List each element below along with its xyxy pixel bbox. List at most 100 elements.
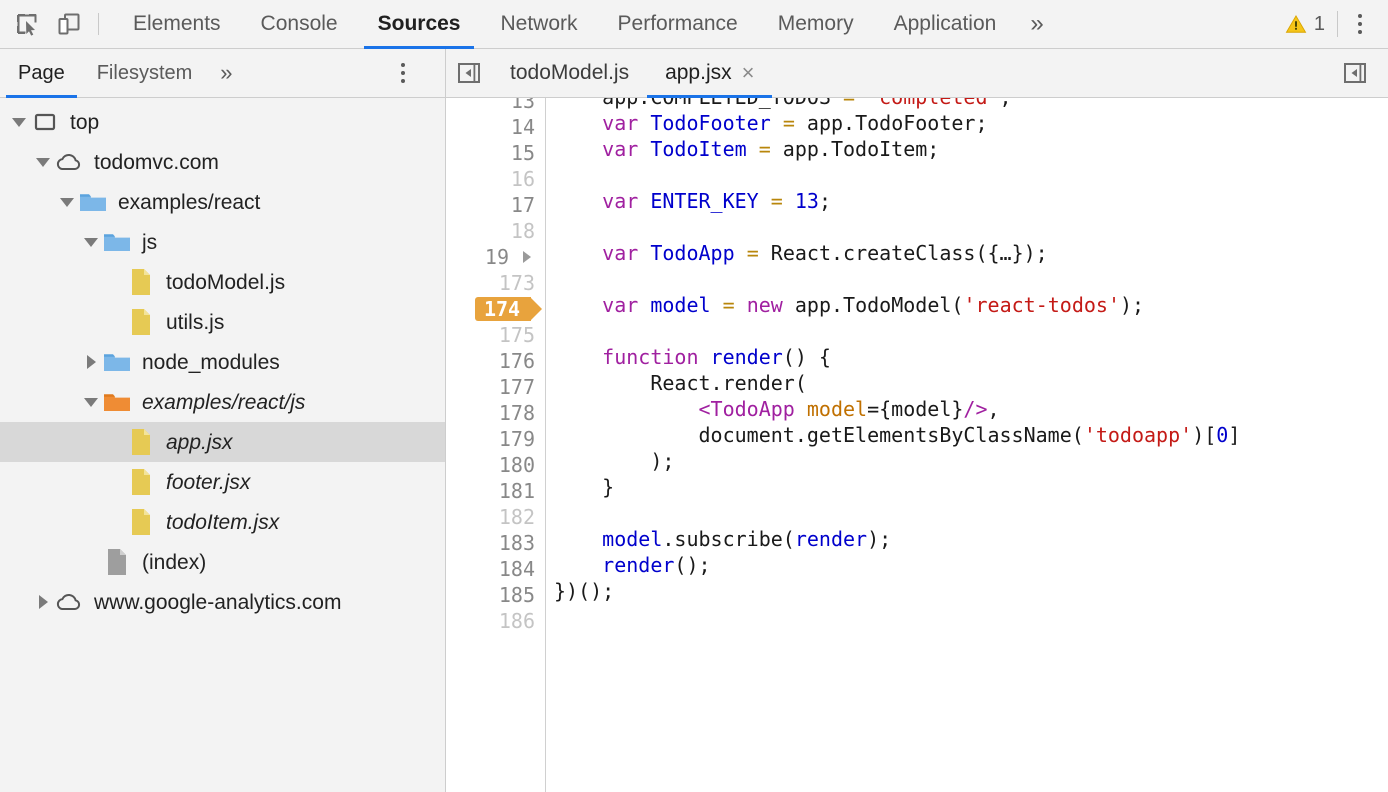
tree-item-top[interactable]: top xyxy=(0,102,445,142)
line-number[interactable]: 175 xyxy=(446,322,545,348)
show-debugger-sidebar-icon[interactable] xyxy=(1332,49,1378,98)
navigator-more-options-icon[interactable] xyxy=(381,53,425,93)
line-number[interactable]: 178 xyxy=(446,400,545,426)
code-line[interactable]: document.getElementsByClassName('todoapp… xyxy=(554,422,1388,448)
chevron-down-icon[interactable] xyxy=(80,222,102,262)
folder-orange-icon xyxy=(102,391,132,413)
breakpoint-marker[interactable]: 174 xyxy=(446,296,545,322)
chevron-right-icon[interactable] xyxy=(32,582,54,622)
line-number[interactable]: 180 xyxy=(446,452,545,478)
code-line[interactable]: render(); xyxy=(554,552,1388,578)
tree-item-todoitem-jsx[interactable]: todoItem.jsx xyxy=(0,502,445,542)
code-token: ); xyxy=(867,527,891,551)
nav-tab-filesystem[interactable]: Filesystem xyxy=(81,49,209,98)
inspect-element-icon[interactable] xyxy=(6,4,48,44)
line-number[interactable]: 15 xyxy=(446,140,545,166)
code-line[interactable]: app.COMPLETED_TODOS = 'completed'; xyxy=(554,98,1388,110)
chevron-right-icon[interactable] xyxy=(80,342,102,382)
code-line[interactable] xyxy=(554,214,1388,240)
code-line[interactable]: React.render( xyxy=(554,370,1388,396)
tab-sources[interactable]: Sources xyxy=(358,0,481,49)
line-number[interactable]: 17 xyxy=(446,192,545,218)
code-line[interactable]: var ENTER_KEY = 13; xyxy=(554,188,1388,214)
code-line[interactable]: })(); xyxy=(554,578,1388,604)
code-line[interactable]: var TodoFooter = app.TodoFooter; xyxy=(554,110,1388,136)
chevron-down-icon[interactable] xyxy=(8,102,30,142)
editor-tab-todomodel[interactable]: todoModel.js xyxy=(492,49,647,98)
code-line[interactable]: ); xyxy=(554,448,1388,474)
tab-elements[interactable]: Elements xyxy=(113,0,241,49)
line-number[interactable]: 14 xyxy=(446,114,545,140)
chevron-down-icon[interactable] xyxy=(32,142,54,182)
tree-item-todomodel-js[interactable]: todoModel.js xyxy=(0,262,445,302)
main-toolbar: Elements Console Sources Network Perform… xyxy=(0,0,1388,49)
line-number[interactable]: 18 xyxy=(446,218,545,244)
tree-spacer xyxy=(104,462,126,502)
code-line[interactable]: var TodoItem = app.TodoItem; xyxy=(554,136,1388,162)
code-token: app.COMPLETED_TODOS xyxy=(602,98,831,109)
code-editor[interactable]: 1314151617181917317417517617717817918018… xyxy=(446,98,1388,792)
line-number-label: 14 xyxy=(511,114,535,140)
code-content[interactable]: app.COMPLETED_TODOS = 'completed'; var T… xyxy=(546,98,1388,792)
navigator-sidebar: Page Filesystem » toptodomvc.comexamples… xyxy=(0,49,446,792)
code-line[interactable] xyxy=(554,266,1388,292)
code-line[interactable]: <TodoApp model={model}/>, xyxy=(554,396,1388,422)
tab-network[interactable]: Network xyxy=(480,0,597,49)
line-number[interactable]: 13 xyxy=(446,98,545,114)
code-line[interactable]: var model = new app.TodoModel('react-tod… xyxy=(554,292,1388,318)
breakpoint-chip[interactable]: 174 xyxy=(475,297,531,321)
tree-item-utils-js[interactable]: utils.js xyxy=(0,302,445,342)
code-token: model xyxy=(807,397,867,421)
chevron-down-icon[interactable] xyxy=(80,382,102,422)
more-options-kebab-icon[interactable] xyxy=(1338,4,1382,44)
line-number-gutter[interactable]: 1314151617181917317417517617717817918018… xyxy=(446,98,546,792)
tree-item-app-jsx[interactable]: app.jsx xyxy=(0,422,445,462)
line-number-label: 186 xyxy=(499,608,535,634)
more-tabs-chevron-icon[interactable]: » xyxy=(1016,0,1057,49)
tree-item-js[interactable]: js xyxy=(0,222,445,262)
tab-memory[interactable]: Memory xyxy=(758,0,874,49)
nav-more-chevron-icon[interactable]: » xyxy=(208,60,244,86)
line-number[interactable]: 184 xyxy=(446,556,545,582)
line-number[interactable]: 182 xyxy=(446,504,545,530)
close-icon[interactable]: × xyxy=(742,62,755,84)
line-number[interactable]: 183 xyxy=(446,530,545,556)
tree-item-todomvc-com[interactable]: todomvc.com xyxy=(0,142,445,182)
show-navigator-icon[interactable] xyxy=(446,49,492,98)
line-number[interactable]: 19 xyxy=(446,244,545,270)
tab-console[interactable]: Console xyxy=(241,0,358,49)
code-line[interactable] xyxy=(554,604,1388,630)
line-number[interactable]: 173 xyxy=(446,270,545,296)
code-token xyxy=(699,345,711,369)
chevron-down-icon[interactable] xyxy=(56,182,78,222)
warning-indicator[interactable]: 1 xyxy=(1279,13,1337,36)
editor-tab-appjsx[interactable]: app.jsx × xyxy=(647,49,772,98)
code-token: new xyxy=(747,293,783,317)
tree-item-examples-react-js[interactable]: examples/react/js xyxy=(0,382,445,422)
code-line[interactable]: function render() { xyxy=(554,344,1388,370)
line-number[interactable]: 177 xyxy=(446,374,545,400)
line-number[interactable]: 186 xyxy=(446,608,545,634)
nav-tab-page[interactable]: Page xyxy=(2,49,81,98)
tab-performance[interactable]: Performance xyxy=(598,0,758,49)
code-line[interactable]: } xyxy=(554,474,1388,500)
line-number[interactable]: 181 xyxy=(446,478,545,504)
line-number[interactable]: 179 xyxy=(446,426,545,452)
line-number[interactable]: 176 xyxy=(446,348,545,374)
line-number[interactable]: 185 xyxy=(446,582,545,608)
line-number-label: 182 xyxy=(499,504,535,530)
tree-item-examples-react[interactable]: examples/react xyxy=(0,182,445,222)
code-line[interactable] xyxy=(554,318,1388,344)
code-line[interactable]: model.subscribe(render); xyxy=(554,526,1388,552)
tab-application[interactable]: Application xyxy=(874,0,1017,49)
line-number[interactable]: 16 xyxy=(446,166,545,192)
code-line[interactable] xyxy=(554,500,1388,526)
code-line[interactable] xyxy=(554,162,1388,188)
tree-item-www-google-analytics-com[interactable]: www.google-analytics.com xyxy=(0,582,445,622)
tree-item-node-modules[interactable]: node_modules xyxy=(0,342,445,382)
device-toolbar-icon[interactable] xyxy=(48,4,90,44)
code-fold-arrow-icon[interactable] xyxy=(523,251,531,263)
tree-item-index[interactable]: (index) xyxy=(0,542,445,582)
tree-item-footer-jsx[interactable]: footer.jsx xyxy=(0,462,445,502)
code-line[interactable]: var TodoApp = React.createClass({…}); xyxy=(554,240,1388,266)
